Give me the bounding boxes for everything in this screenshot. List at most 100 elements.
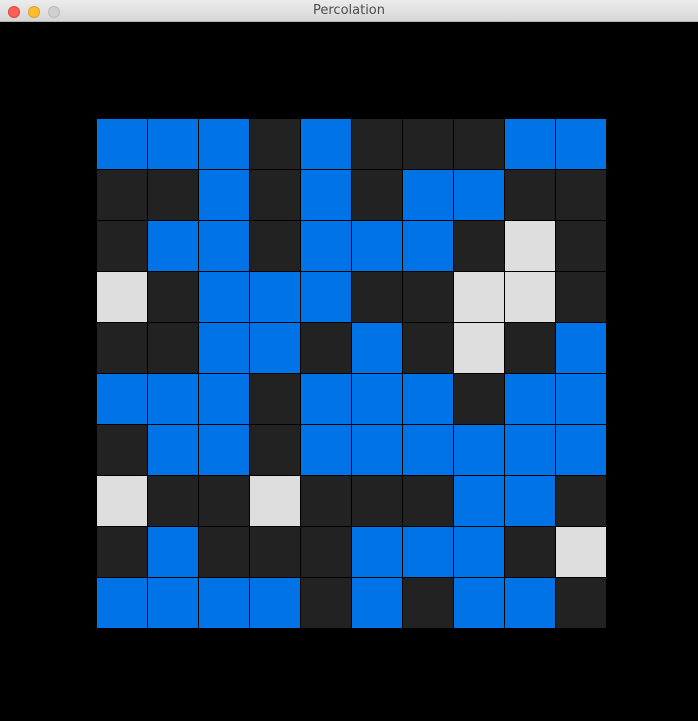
grid-cell-full[interactable] (250, 578, 300, 628)
grid-cell-blocked[interactable] (403, 323, 453, 373)
grid-cell-blocked[interactable] (403, 119, 453, 169)
grid-cell-full[interactable] (148, 119, 198, 169)
grid-cell-blocked[interactable] (556, 578, 606, 628)
grid-cell-full[interactable] (403, 170, 453, 220)
grid-cell-open[interactable] (505, 221, 555, 271)
grid-cell-blocked[interactable] (250, 119, 300, 169)
grid-cell-blocked[interactable] (556, 272, 606, 322)
grid-cell-open[interactable] (454, 272, 504, 322)
grid-cell-full[interactable] (556, 119, 606, 169)
grid-cell-blocked[interactable] (301, 323, 351, 373)
grid-cell-blocked[interactable] (148, 476, 198, 526)
grid-cell-full[interactable] (199, 119, 249, 169)
grid-cell-open[interactable] (250, 476, 300, 526)
grid-cell-blocked[interactable] (505, 170, 555, 220)
grid-cell-blocked[interactable] (250, 170, 300, 220)
grid-cell-blocked[interactable] (250, 527, 300, 577)
grid-cell-full[interactable] (556, 425, 606, 475)
grid-cell-full[interactable] (454, 476, 504, 526)
grid-cell-full[interactable] (403, 527, 453, 577)
grid-cell-blocked[interactable] (148, 323, 198, 373)
grid-cell-full[interactable] (556, 323, 606, 373)
grid-cell-full[interactable] (148, 578, 198, 628)
grid-cell-full[interactable] (199, 170, 249, 220)
grid-cell-full[interactable] (199, 578, 249, 628)
grid-cell-full[interactable] (301, 221, 351, 271)
grid-cell-open[interactable] (97, 476, 147, 526)
grid-cell-full[interactable] (148, 374, 198, 424)
grid-cell-blocked[interactable] (556, 221, 606, 271)
grid-cell-full[interactable] (199, 425, 249, 475)
grid-cell-blocked[interactable] (250, 425, 300, 475)
grid-cell-full[interactable] (454, 425, 504, 475)
grid-cell-blocked[interactable] (352, 170, 402, 220)
grid-cell-blocked[interactable] (505, 323, 555, 373)
grid-cell-full[interactable] (505, 374, 555, 424)
grid-cell-full[interactable] (352, 578, 402, 628)
grid-cell-blocked[interactable] (97, 323, 147, 373)
grid-cell-full[interactable] (148, 425, 198, 475)
grid-cell-blocked[interactable] (97, 425, 147, 475)
grid-cell-full[interactable] (352, 374, 402, 424)
grid-cell-full[interactable] (403, 425, 453, 475)
grid-cell-full[interactable] (301, 170, 351, 220)
grid-cell-full[interactable] (556, 374, 606, 424)
grid-cell-full[interactable] (97, 374, 147, 424)
grid-cell-full[interactable] (148, 221, 198, 271)
grid-cell-blocked[interactable] (250, 374, 300, 424)
grid-cell-blocked[interactable] (301, 527, 351, 577)
percolation-grid[interactable] (97, 119, 606, 628)
title-bar[interactable]: Percolation (0, 0, 698, 22)
grid-cell-blocked[interactable] (352, 119, 402, 169)
grid-cell-open[interactable] (505, 272, 555, 322)
grid-cell-blocked[interactable] (148, 272, 198, 322)
grid-cell-full[interactable] (352, 323, 402, 373)
grid-cell-blocked[interactable] (403, 272, 453, 322)
grid-cell-full[interactable] (505, 476, 555, 526)
grid-cell-blocked[interactable] (403, 578, 453, 628)
grid-cell-blocked[interactable] (454, 374, 504, 424)
grid-cell-full[interactable] (454, 578, 504, 628)
grid-cell-full[interactable] (505, 578, 555, 628)
grid-cell-blocked[interactable] (97, 527, 147, 577)
grid-cell-blocked[interactable] (454, 221, 504, 271)
grid-cell-full[interactable] (250, 323, 300, 373)
grid-cell-blocked[interactable] (199, 476, 249, 526)
grid-cell-blocked[interactable] (352, 476, 402, 526)
grid-cell-full[interactable] (454, 170, 504, 220)
grid-cell-full[interactable] (301, 374, 351, 424)
grid-cell-blocked[interactable] (556, 476, 606, 526)
grid-cell-blocked[interactable] (97, 170, 147, 220)
percolation-canvas[interactable] (0, 22, 698, 721)
grid-cell-full[interactable] (199, 272, 249, 322)
grid-cell-blocked[interactable] (301, 578, 351, 628)
grid-cell-full[interactable] (352, 425, 402, 475)
grid-cell-open[interactable] (454, 323, 504, 373)
grid-cell-open[interactable] (556, 527, 606, 577)
grid-cell-blocked[interactable] (301, 476, 351, 526)
grid-cell-full[interactable] (199, 221, 249, 271)
grid-cell-full[interactable] (403, 374, 453, 424)
grid-cell-blocked[interactable] (454, 119, 504, 169)
grid-cell-full[interactable] (148, 527, 198, 577)
grid-cell-full[interactable] (301, 272, 351, 322)
grid-cell-full[interactable] (301, 119, 351, 169)
grid-cell-full[interactable] (403, 221, 453, 271)
grid-cell-blocked[interactable] (148, 170, 198, 220)
grid-cell-full[interactable] (505, 119, 555, 169)
grid-cell-full[interactable] (454, 527, 504, 577)
grid-cell-full[interactable] (301, 425, 351, 475)
grid-cell-full[interactable] (505, 425, 555, 475)
grid-cell-blocked[interactable] (97, 221, 147, 271)
grid-cell-blocked[interactable] (556, 170, 606, 220)
grid-cell-blocked[interactable] (403, 476, 453, 526)
grid-cell-full[interactable] (352, 527, 402, 577)
grid-cell-full[interactable] (352, 221, 402, 271)
grid-cell-blocked[interactable] (199, 527, 249, 577)
grid-cell-full[interactable] (199, 323, 249, 373)
grid-cell-full[interactable] (250, 272, 300, 322)
grid-cell-open[interactable] (97, 272, 147, 322)
grid-cell-full[interactable] (97, 578, 147, 628)
grid-cell-full[interactable] (97, 119, 147, 169)
grid-cell-blocked[interactable] (505, 527, 555, 577)
